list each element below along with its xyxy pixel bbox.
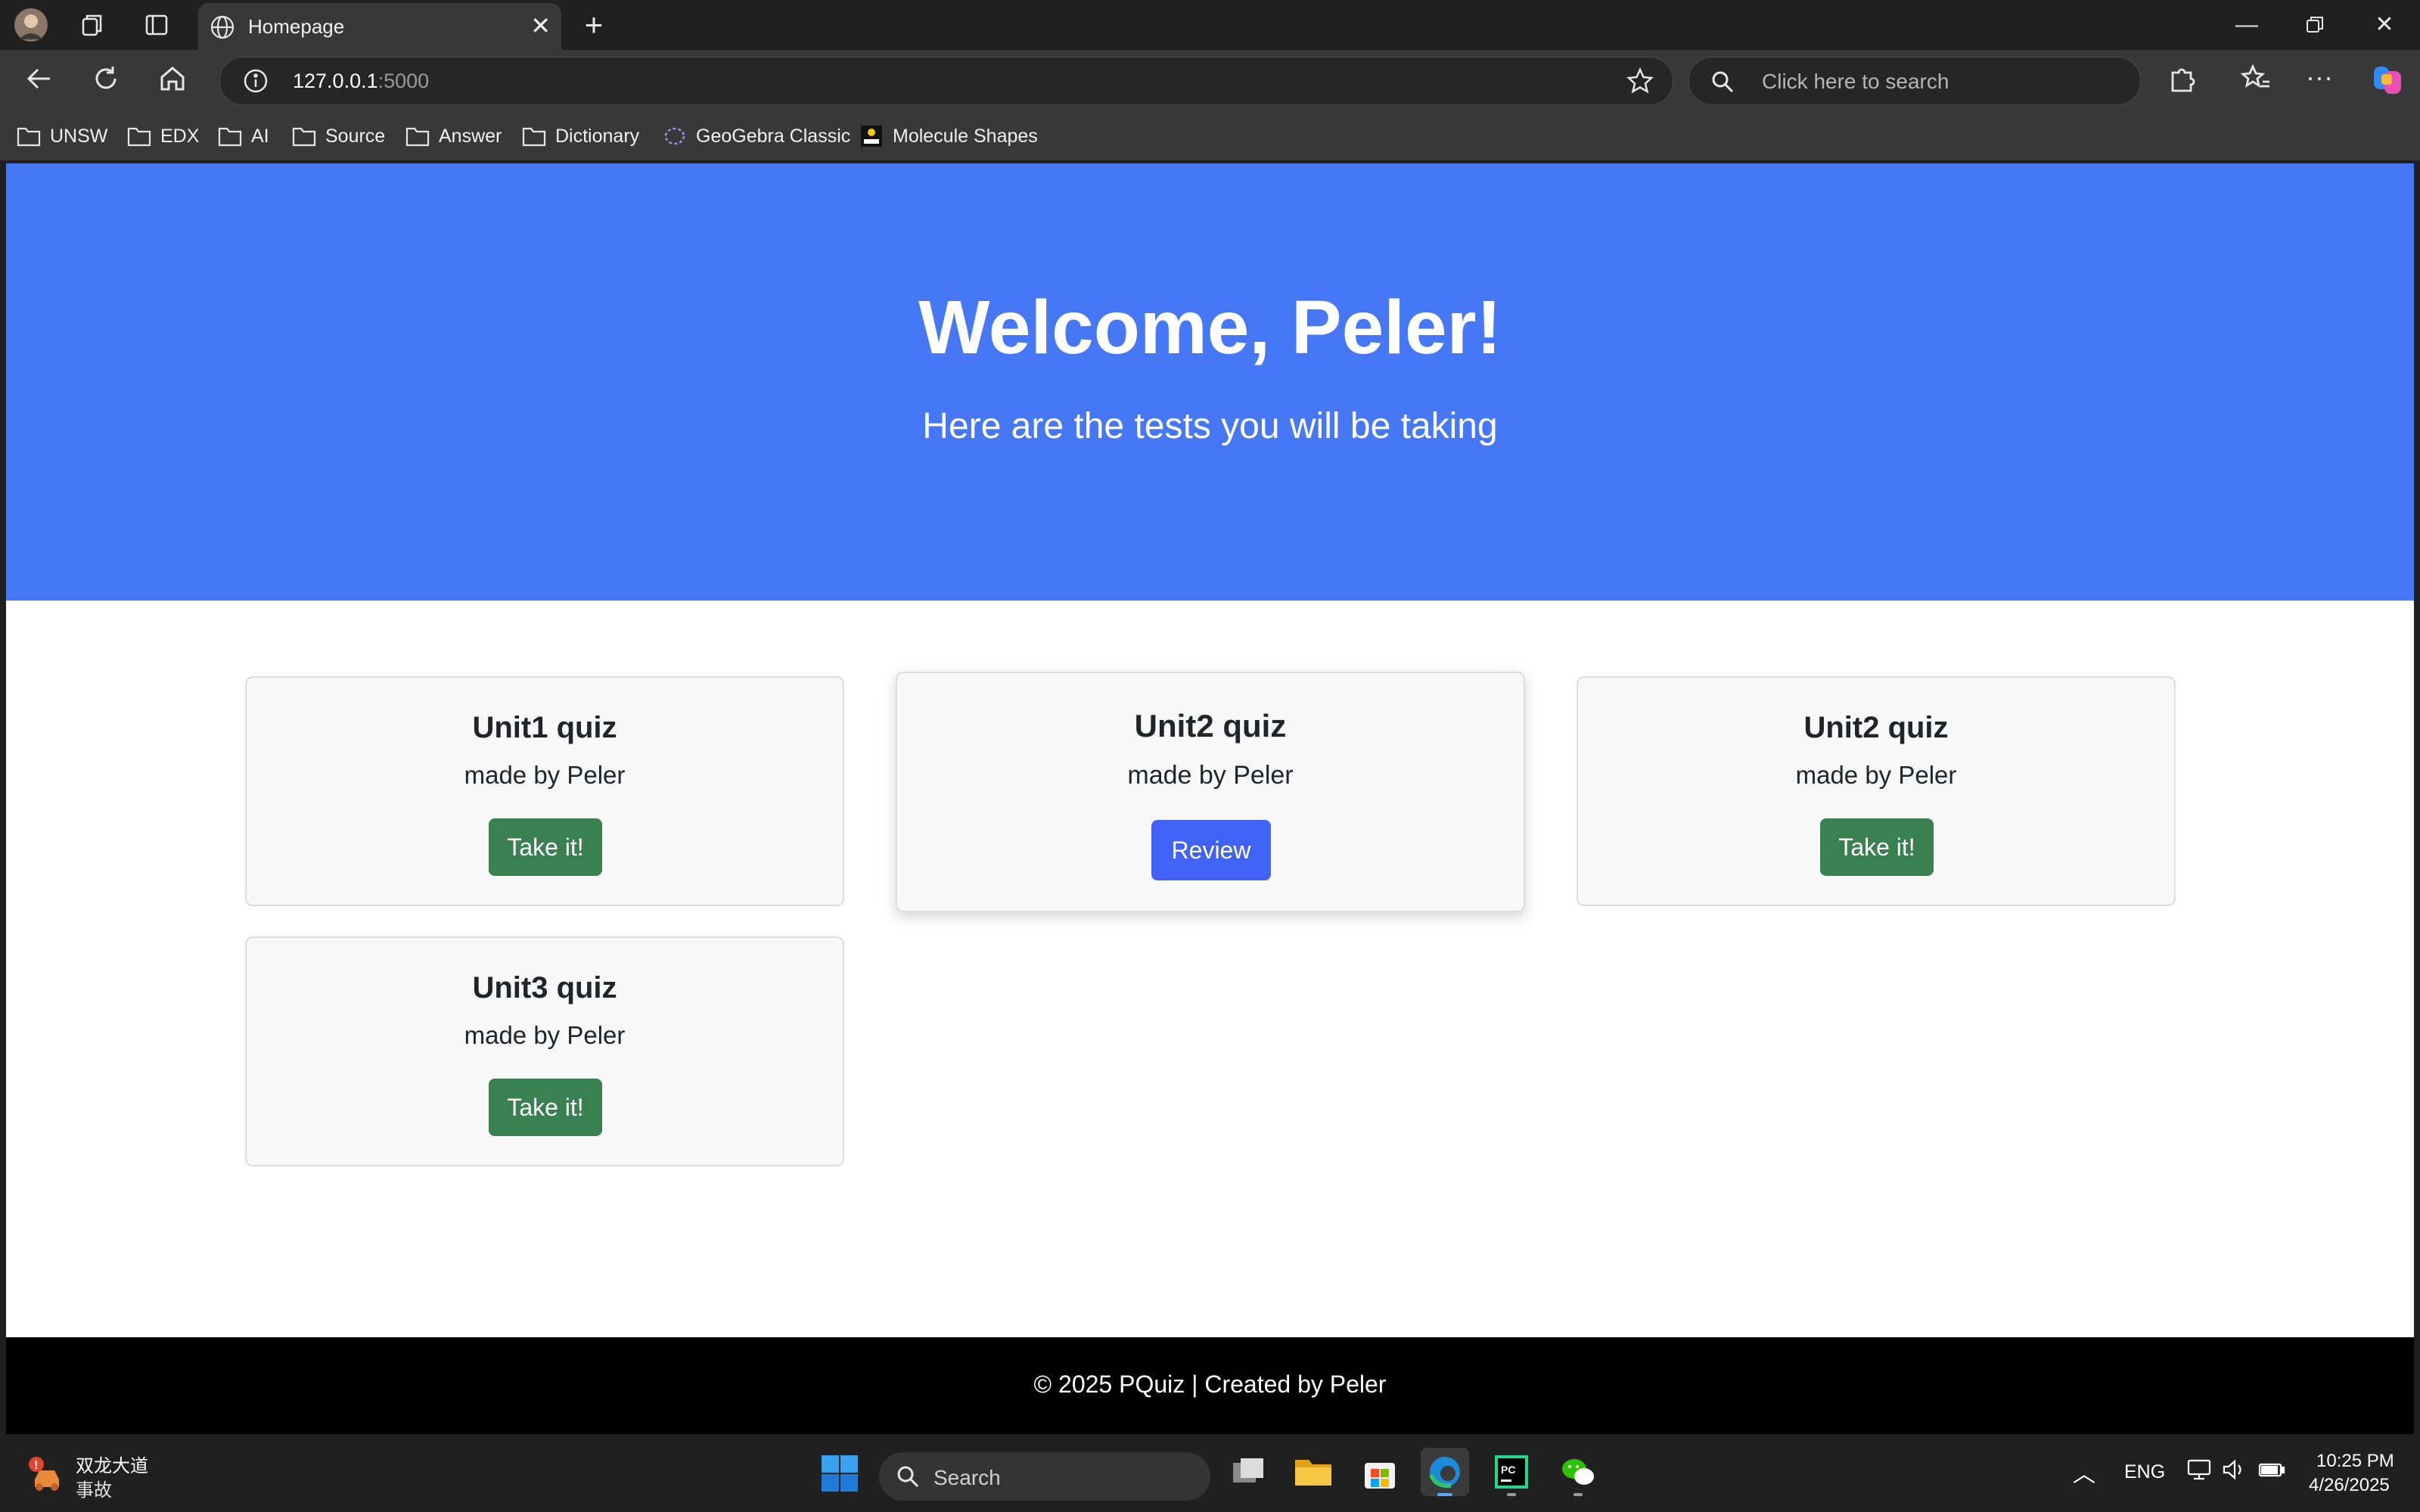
chevron-up-icon[interactable]: ︿: [2073, 1455, 2095, 1489]
webpage: Welcome, Peler! Here are the tests you w…: [6, 163, 2414, 1434]
take-quiz-button[interactable]: Take it!: [489, 1079, 602, 1136]
folder-icon: [17, 127, 41, 147]
favorites-icon[interactable]: [2239, 62, 2277, 100]
quiz-title: Unit3 quiz: [472, 971, 617, 1004]
search-placeholder: Click here to search: [1762, 70, 1949, 93]
back-icon[interactable]: [23, 62, 61, 100]
svg-text:!: !: [34, 1459, 38, 1472]
bookmark-folder-answer[interactable]: Answer: [405, 123, 502, 150]
search-icon: [897, 1466, 919, 1488]
pycharm-icon[interactable]: PC: [1487, 1448, 1536, 1496]
search-icon: [1712, 71, 1734, 93]
quiz-author: made by Peler: [1127, 761, 1294, 790]
quiz-title: Unit2 quiz: [1134, 708, 1287, 744]
site-info-icon[interactable]: [243, 68, 269, 94]
quiz-author: made by Peler: [464, 761, 626, 789]
news-widget-subtitle: 事故: [76, 1480, 112, 1501]
quiz-author: made by Peler: [1795, 761, 1957, 789]
close-window-icon[interactable]: ✕: [2362, 8, 2407, 42]
bookmark-folder-edx[interactable]: EDX: [127, 123, 199, 150]
bookmark-folder-ai[interactable]: AI: [218, 123, 269, 150]
home-icon[interactable]: [156, 62, 194, 100]
taskbar-search[interactable]: Search: [879, 1452, 1210, 1501]
folder-icon: [522, 127, 546, 147]
take-quiz-button[interactable]: Take it!: [489, 818, 602, 876]
bookmarks-bar: UNSW EDX AI Source Answer Dictionary Geo…: [0, 112, 2420, 160]
take-quiz-button[interactable]: Take it!: [1820, 818, 1934, 876]
close-tab-icon[interactable]: ✕: [530, 12, 551, 39]
quiz-card: Unit2 quiz made by Peler Review: [896, 672, 1525, 912]
workspaces-icon[interactable]: [76, 8, 110, 42]
browser-toolbar: 127.0.0.1:5000 Click here to search ···: [0, 50, 2420, 112]
battery-icon[interactable]: [2257, 1458, 2286, 1486]
refresh-icon[interactable]: [89, 62, 127, 100]
page-footer: © 2025 PQuiz | Created by Peler: [6, 1337, 2414, 1434]
copilot-icon[interactable]: [2369, 62, 2407, 100]
clock-time[interactable]: 10:25 PM: [2316, 1451, 2394, 1472]
footer-text: © 2025 PQuiz | Created by Peler: [1033, 1371, 1387, 1398]
more-options-icon[interactable]: ···: [2306, 62, 2344, 100]
tab-homepage[interactable]: Homepage ✕: [198, 3, 561, 51]
extensions-icon[interactable]: [2165, 62, 2203, 100]
browser-title-bar: Homepage ✕ + — ✕: [0, 0, 2420, 51]
tab-title: Homepage: [248, 15, 345, 38]
svg-text:PC: PC: [1501, 1464, 1515, 1476]
bookmark-molecule-shapes[interactable]: Molecule Shapes: [859, 123, 1038, 150]
wechat-icon[interactable]: [1554, 1448, 1602, 1496]
bookmark-folder-unsw[interactable]: UNSW: [17, 123, 107, 150]
bookmark-folder-dictionary[interactable]: Dictionary: [522, 123, 639, 150]
hero-banner: Welcome, Peler! Here are the tests you w…: [6, 163, 2414, 601]
welcome-subtitle: Here are the tests you will be taking: [922, 406, 1498, 446]
news-widget-icon[interactable]: !: [26, 1454, 68, 1496]
file-explorer-icon[interactable]: [1289, 1448, 1337, 1496]
folder-icon: [218, 127, 242, 147]
quiz-card: Unit1 quiz made by Peler Take it!: [245, 676, 844, 906]
folder-icon: [127, 127, 151, 147]
address-bar[interactable]: 127.0.0.1:5000: [219, 57, 1673, 105]
folder-icon: [292, 127, 316, 147]
favorite-star-icon[interactable]: [1626, 67, 1654, 95]
volume-icon[interactable]: [2221, 1458, 2247, 1486]
edge-browser-icon[interactable]: [1421, 1448, 1469, 1496]
quiz-card: Unit3 quiz made by Peler Take it!: [245, 936, 844, 1166]
welcome-heading: Welcome, Peler!: [918, 285, 1502, 370]
network-icon[interactable]: [2186, 1458, 2212, 1486]
windows-taskbar: ! 双龙大道 事故 Search PC ︿ ENG 10:25 PM 4/26/…: [0, 1434, 2420, 1512]
quiz-card: Unit2 quiz made by Peler Take it!: [1577, 676, 2176, 906]
windows-start-icon[interactable]: [820, 1454, 859, 1493]
taskbar-search-label: Search: [934, 1466, 1001, 1489]
web-search-box[interactable]: Click here to search: [1688, 57, 2141, 105]
quiz-title: Unit1 quiz: [472, 711, 617, 744]
language-indicator[interactable]: ENG: [2124, 1461, 2165, 1483]
geogebra-icon: [664, 127, 685, 145]
phet-icon: [861, 126, 882, 147]
profile-avatar[interactable]: [14, 8, 48, 42]
minimize-icon[interactable]: —: [2224, 8, 2269, 42]
globe-icon: [210, 15, 235, 39]
new-tab-icon[interactable]: +: [576, 7, 611, 42]
microsoft-store-icon[interactable]: [1356, 1448, 1404, 1496]
clock-date[interactable]: 4/26/2025: [2309, 1475, 2390, 1496]
quiz-author: made by Peler: [464, 1021, 626, 1049]
restore-icon[interactable]: [2292, 8, 2338, 42]
review-quiz-button[interactable]: Review: [1151, 820, 1271, 880]
bookmark-geogebra[interactable]: GeoGebra Classic: [663, 123, 850, 150]
folder-icon: [405, 127, 430, 147]
quiz-title: Unit2 quiz: [1803, 711, 1949, 744]
task-view-icon[interactable]: [1224, 1448, 1272, 1496]
news-widget-title[interactable]: 双龙大道: [76, 1451, 148, 1477]
address-url[interactable]: 127.0.0.1:5000: [293, 70, 429, 93]
bookmark-folder-source[interactable]: Source: [292, 123, 385, 150]
vertical-tabs-icon[interactable]: [139, 8, 174, 42]
